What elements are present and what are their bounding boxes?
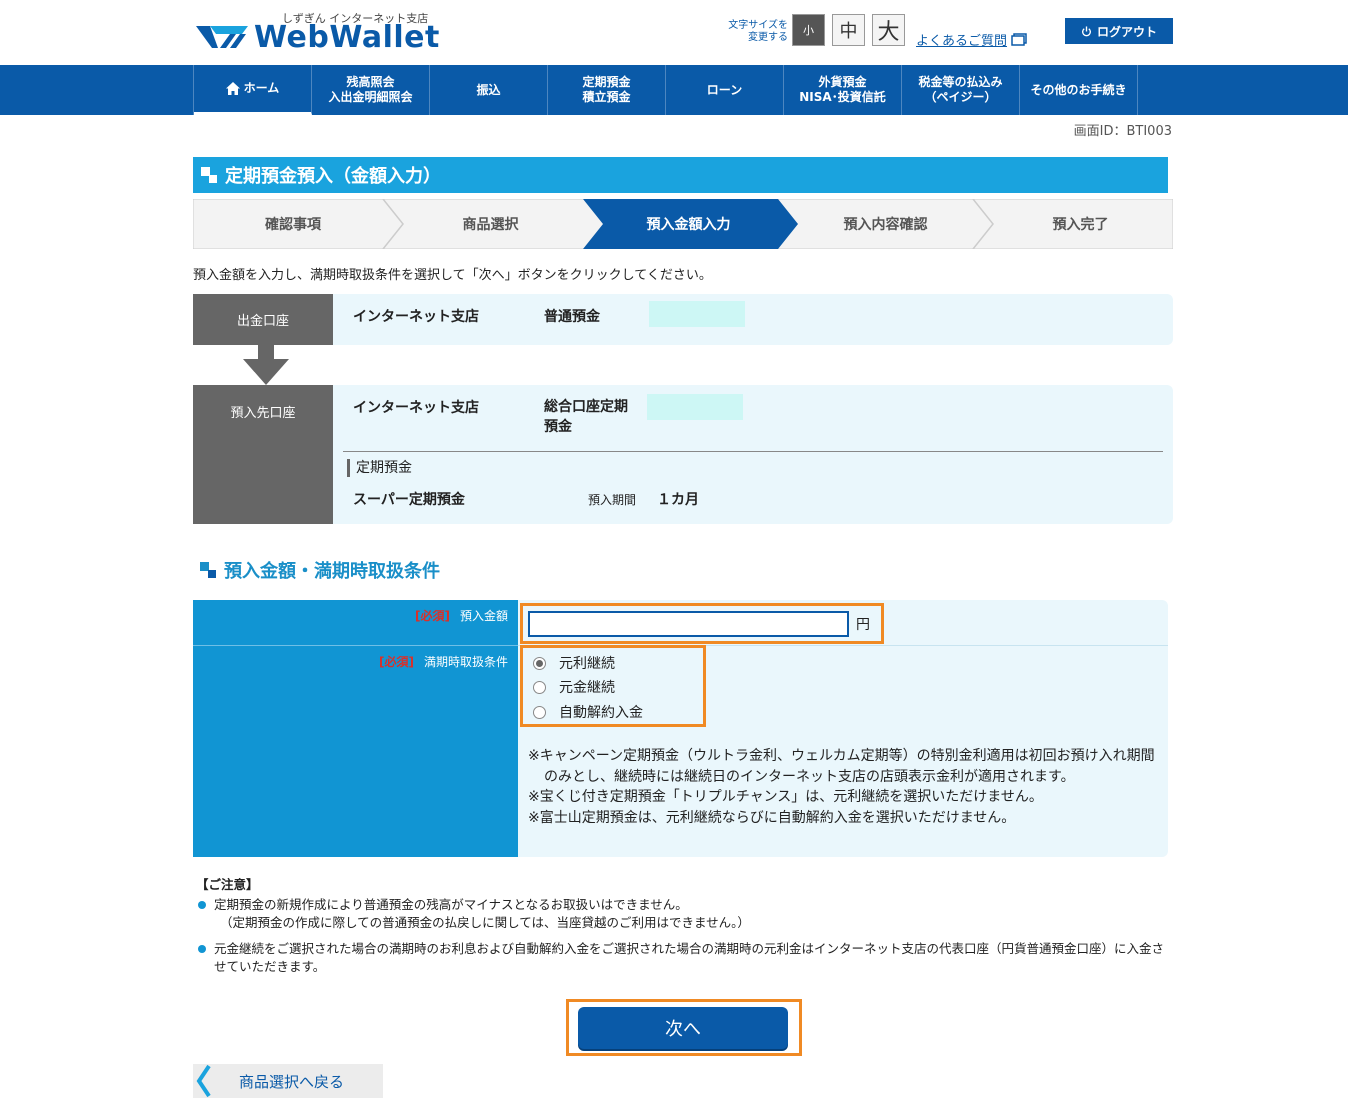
option-label: 元金継続 [559,680,615,696]
caution-item: 定期預金の新規作成により普通預金の残高がマイナスとなるお取扱いはできません。 （… [196,896,1171,932]
required-mark: [必須] [415,609,450,623]
caution-section: 【ご注意】 定期預金の新規作成により普通預金の残高がマイナスとなるお取扱いはでき… [196,876,1171,980]
faq-link-label: よくあるご質問 [916,34,1008,49]
arrow-down-icon [243,345,289,385]
radio-unselected[interactable] [533,680,546,694]
divider [343,451,1163,452]
option-auto-cancel[interactable]: 自動解約入金 [533,702,643,722]
note-item: ※富士山定期預金は、元利継続ならびに自動解約入金を選択いただけません。 [528,809,1016,826]
webwallet-logo[interactable]: しずぎん インターネット支店 WebWallet [196,10,439,56]
title-square-icon [201,167,217,183]
nav-item-loan[interactable]: ローン [666,65,784,115]
form-label-divider [193,645,518,646]
deposit-account-head: 預入先口座 [193,385,333,524]
note-item: ※宝くじ付き定期預金「トリプルチャンス」は、元利継続を選択いただけません。 [528,789,1043,805]
font-size-small-button[interactable]: 小 [792,14,825,46]
font-size-medium-button[interactable]: 中 [832,14,865,46]
faq-link[interactable]: よくあるご質問 [916,30,1027,49]
next-button[interactable]: 次へ [578,1007,788,1049]
caution-item: 元金継続をご選択された場合の満期時のお利息および自動解約入金をご選択された場合の… [196,940,1171,976]
logo-text: WebWallet [254,20,440,55]
back-button-label: 商品選択へ戻る [239,1072,345,1091]
nav-item-home-label: ホーム [243,81,280,95]
masked-account-number [647,394,743,420]
section-square-icon [200,562,216,578]
radio-unselected[interactable] [533,705,546,719]
page-title: 定期預金預入（金額入力） [193,157,1168,193]
deposit-account: 預入先口座 インターネット支店 総合口座定期 預金 定期預金 スーパー定期預金 … [193,385,1173,524]
external-window-icon [1011,33,1027,46]
radio-selected[interactable] [533,656,546,670]
nav-item-deposit[interactable]: 定期預金 積立預金 [548,65,666,115]
caution-item-text: 定期預金の新規作成により普通預金の残高がマイナスとなるお取扱いはできません。 [214,897,688,912]
font-size-label-line2: 変更する [748,32,788,43]
form-notes: ※キャンペーン定期預金（ウルトラ金利、ウェルカム定期等）の特別金利適用は初回お預… [528,746,1158,828]
product-category: 定期預金 [347,459,412,477]
caution-item-subtext: （定期預金の作成に際しての普通預金の払戻しに関しては、当座貸越のご利用はできませ… [220,915,750,930]
header: しずぎん インターネット支店 WebWallet 文字サイズを 変更する 小 中… [0,0,1348,65]
period-label: 預入期間 [588,493,637,507]
step-complete: 預入完了 [1052,217,1109,233]
option-label: 元利継続 [559,656,615,672]
section-title-text: 預入金額・満期時取扱条件 [224,561,440,582]
note-item: ※キャンペーン定期預金（ウルトラ金利、ウェルカム定期等）の特別金利適用は初回お預… [528,748,1155,785]
step-confirmation: 確認事項 [265,217,321,233]
screen-id: 画面ID：BTI003 [1073,124,1172,139]
option-principal-renew[interactable]: 元金継続 [533,677,615,697]
logout-label: ログアウト [1096,24,1157,39]
caution-title: 【ご注意】 [196,877,259,892]
amount-input[interactable] [528,611,849,637]
option-label: 自動解約入金 [559,705,643,721]
nav-item-other[interactable]: その他のお手続き [1020,65,1138,115]
maturity-label: [必須] 満期時取扱条件 [379,653,508,670]
step-product-select: 商品選択 [462,217,519,233]
deposit-account-type-line2: 預金 [544,419,572,435]
nav-item-foreign-currency[interactable]: 外貨預金 NISA･投資信託 [784,65,902,115]
period-value: １カ月 [657,492,699,508]
main-nav: ホーム 残高照会 入出金明細照会 振込 定期預金 積立預金 ローン 外貨預金 N… [0,65,1348,115]
withdrawal-account-head: 出金口座 [193,294,333,345]
progress-steps: 確認事項 商品選択 預入金額入力 預入内容確認 預入完了 [193,199,1173,249]
step-amount-input: 預入金額入力 [646,217,731,233]
font-size-large-button[interactable]: 大 [872,14,905,46]
form-label-column [193,600,518,857]
yen-unit: 円 [856,617,870,633]
product-name: スーパー定期預金 [353,492,465,508]
back-to-product-button[interactable]: 商品選択へ戻る [193,1064,383,1098]
nav-item-balance[interactable]: 残高照会 入出金明細照会 [312,65,430,115]
section-title: 預入金額・満期時取扱条件 [200,557,440,583]
page-title-text: 定期預金預入（金額入力） [225,166,441,187]
withdrawal-account: 出金口座 インターネット支店 普通預金 [193,294,1173,345]
option-principal-interest-renew[interactable]: 元利継続 [533,653,615,673]
instruction-text: 預入金額を入力し、満期時取扱条件を選択して「次へ」ボタンをクリックしてください。 [193,268,712,283]
amount-label-text: 預入金額 [459,609,508,623]
maturity-label-text: 満期時取扱条件 [423,655,508,669]
withdrawal-account-type: 普通預金 [544,309,600,325]
deposit-account-type: 総合口座定期 預金 [544,397,628,437]
font-size-label: 文字サイズを 変更する [716,20,788,44]
step-content-confirm: 預入内容確認 [843,217,928,233]
chevron-left-icon [196,1064,211,1098]
power-icon [1081,25,1091,36]
nav-item-home[interactable]: ホーム [194,65,312,115]
masked-account-number [649,301,745,327]
nav-item-payeasy[interactable]: 税金等の払込み （ペイジー） [902,65,1020,115]
withdrawal-branch: インターネット支店 [353,309,479,325]
amount-label: [必須] 預入金額 [415,607,508,624]
logout-button[interactable]: ログアウト [1065,18,1173,44]
logo-mark-icon [196,26,248,48]
nav-item-transfer[interactable]: 振込 [430,65,548,115]
home-icon [225,82,240,95]
deposit-account-type-line1: 総合口座定期 [544,399,628,415]
required-mark: [必須] [379,655,414,669]
font-size-label-line1: 文字サイズを [728,20,788,31]
deposit-branch: インターネット支店 [353,400,479,416]
